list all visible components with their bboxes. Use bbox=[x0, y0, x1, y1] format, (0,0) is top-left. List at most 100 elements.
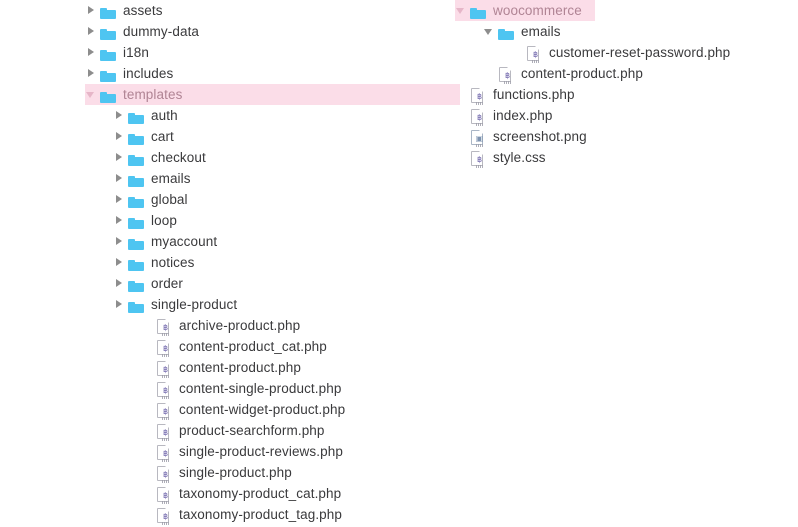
chevron-down-icon[interactable] bbox=[483, 21, 497, 42]
tree-row-folder[interactable]: myaccount bbox=[0, 231, 460, 252]
folder-icon bbox=[99, 521, 119, 527]
chevron-right-icon[interactable] bbox=[113, 231, 127, 252]
tree-row-file[interactable]: ▣ screenshot.png bbox=[455, 126, 798, 147]
twisty-placeholder bbox=[141, 336, 155, 357]
folder-icon bbox=[127, 210, 147, 231]
folder-icon bbox=[127, 294, 147, 315]
chevron-right-icon[interactable] bbox=[113, 126, 127, 147]
chevron-right-icon[interactable] bbox=[113, 252, 127, 273]
php-file-icon: ฿ bbox=[155, 378, 175, 399]
folder-icon bbox=[469, 0, 489, 21]
php-file-icon: ฿ bbox=[155, 336, 175, 357]
chevron-right-icon[interactable] bbox=[85, 21, 99, 42]
tree-row-folder[interactable]: order bbox=[0, 273, 460, 294]
tree-row-folder[interactable]: global bbox=[0, 189, 460, 210]
chevron-right-icon[interactable] bbox=[113, 147, 127, 168]
tree-row-file[interactable]: ฿ taxonomy-product_cat.php bbox=[0, 483, 460, 504]
tree-row-folder[interactable]: i18n bbox=[0, 42, 460, 63]
tree-row-folder[interactable]: cart bbox=[0, 126, 460, 147]
twisty-placeholder bbox=[141, 441, 155, 462]
tree-row-folder[interactable]: checkout bbox=[0, 147, 460, 168]
tree-row-file[interactable]: ฿ single-product-reviews.php bbox=[0, 441, 460, 462]
folder-icon bbox=[99, 42, 119, 63]
twisty-placeholder bbox=[141, 483, 155, 504]
tree-row-folder[interactable]: includes bbox=[0, 63, 460, 84]
chevron-right-icon[interactable] bbox=[113, 294, 127, 315]
chevron-down-icon[interactable] bbox=[455, 0, 469, 21]
tree-row-folder[interactable]: notices bbox=[0, 252, 460, 273]
chevron-right-icon[interactable] bbox=[85, 42, 99, 63]
tree-row-folder[interactable]: assets bbox=[0, 0, 460, 21]
tree-row-file[interactable]: ฿ single-product.php bbox=[0, 462, 460, 483]
tree-row-file[interactable]: ฿ style.css bbox=[455, 147, 798, 168]
tree-row-label: checkout bbox=[151, 150, 206, 165]
twisty-placeholder bbox=[511, 42, 525, 63]
tree-row-label: content-product_cat.php bbox=[179, 339, 327, 354]
cut-off-row bbox=[0, 521, 460, 527]
tree-row-label: screenshot.png bbox=[493, 129, 587, 144]
chevron-right-icon[interactable] bbox=[113, 189, 127, 210]
tree-row-label: woocommerce bbox=[493, 3, 582, 18]
tree-row-file[interactable]: ฿ content-widget-product.php bbox=[0, 399, 460, 420]
folder-icon bbox=[99, 84, 119, 105]
tree-row-label: order bbox=[151, 276, 184, 291]
chevron-right-icon[interactable] bbox=[85, 63, 99, 84]
twisty-placeholder bbox=[141, 357, 155, 378]
right-tree-column: woocommerce emails ฿ customer-reset-passwor… bbox=[455, 0, 798, 168]
php-file-icon: ฿ bbox=[155, 357, 175, 378]
tree-row-folder[interactable]: dummy-data bbox=[0, 21, 460, 42]
twisty-placeholder bbox=[455, 126, 469, 147]
tree-row-file[interactable]: ฿ functions.php bbox=[455, 84, 798, 105]
chevron-down-icon[interactable] bbox=[85, 84, 99, 105]
tree-row-file[interactable]: ฿ index.php bbox=[455, 105, 798, 126]
folder-icon bbox=[99, 0, 119, 21]
tree-row-folder[interactable]: loop bbox=[0, 210, 460, 231]
tree-row-label: global bbox=[151, 192, 188, 207]
tree-row-folder[interactable]: woocommerce bbox=[455, 0, 595, 21]
tree-row-folder[interactable]: auth bbox=[0, 105, 460, 126]
folder-icon bbox=[127, 252, 147, 273]
php-file-icon: ฿ bbox=[497, 63, 517, 84]
tree-row-label: taxonomy-product_cat.php bbox=[179, 486, 342, 501]
php-file-icon: ฿ bbox=[155, 420, 175, 441]
chevron-right-icon[interactable] bbox=[85, 0, 99, 21]
tree-row-file[interactable]: ฿ content-single-product.php bbox=[0, 378, 460, 399]
tree-row-file[interactable]: ฿ product-searchform.php bbox=[0, 420, 460, 441]
chevron-right-icon[interactable] bbox=[85, 521, 99, 527]
chevron-right-icon[interactable] bbox=[113, 210, 127, 231]
tree-row-file[interactable]: ฿ content-product.php bbox=[455, 63, 798, 84]
tree-row-label: emails bbox=[521, 24, 561, 39]
tree-row-folder[interactable]: templates bbox=[85, 84, 460, 105]
tree-row-file[interactable]: ฿ archive-product.php bbox=[0, 315, 460, 336]
tree-row-label: content-product.php bbox=[521, 66, 643, 81]
chevron-right-icon[interactable] bbox=[113, 105, 127, 126]
tree-row-folder[interactable]: single-product bbox=[0, 294, 460, 315]
folder-icon bbox=[127, 126, 147, 147]
chevron-right-icon[interactable] bbox=[113, 168, 127, 189]
tree-row-file[interactable]: ฿ content-product_cat.php bbox=[0, 336, 460, 357]
twisty-placeholder bbox=[141, 378, 155, 399]
tree-row-folder[interactable]: emails bbox=[0, 168, 460, 189]
php-file-icon: ฿ bbox=[155, 441, 175, 462]
tree-row-label: notices bbox=[151, 255, 195, 270]
folder-icon bbox=[127, 273, 147, 294]
tree-row-file[interactable]: ฿ content-product.php bbox=[0, 357, 460, 378]
twisty-placeholder bbox=[141, 399, 155, 420]
tree-row-file[interactable]: ฿ customer-reset-password.php bbox=[455, 42, 798, 63]
chevron-right-icon[interactable] bbox=[113, 273, 127, 294]
image-file-icon: ▣ bbox=[469, 126, 489, 147]
tree-row-folder[interactable]: emails bbox=[455, 21, 798, 42]
